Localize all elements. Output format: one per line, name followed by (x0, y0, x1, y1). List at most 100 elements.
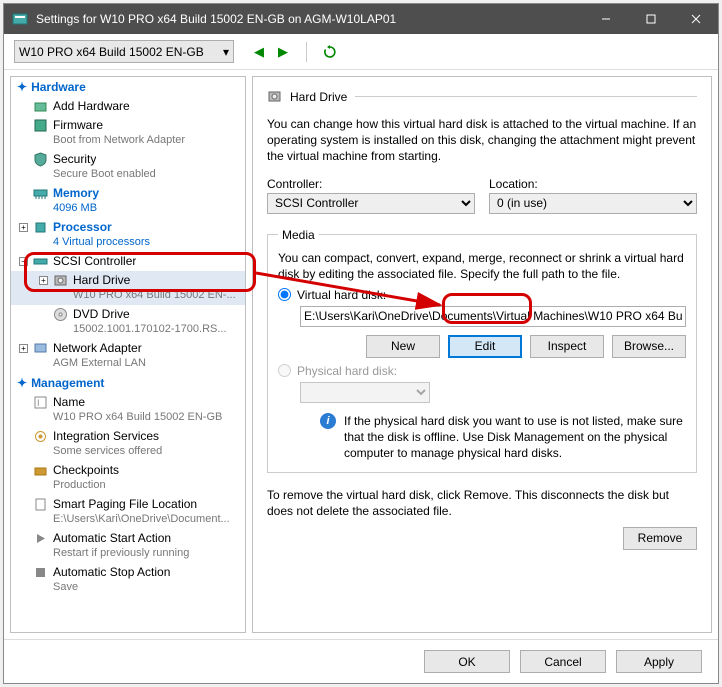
autostart-icon (33, 531, 48, 546)
settings-tree[interactable]: ✦ Hardware Add Hardware Firmware Boot fr… (10, 76, 246, 633)
pane-title: Hard Drive (290, 90, 347, 104)
star-icon: ✦ (17, 376, 27, 390)
dialog-footer: OK Cancel Apply (4, 639, 718, 683)
tree-name[interactable]: IName W10 PRO x64 Build 15002 EN-GB (11, 393, 245, 427)
expand-icon[interactable]: + (39, 276, 48, 285)
hard-drive-icon (267, 89, 282, 104)
close-button[interactable] (673, 4, 718, 34)
shield-icon (33, 152, 48, 167)
expand-icon[interactable]: + (19, 344, 28, 353)
svg-text:I: I (37, 398, 40, 408)
media-legend: Media (278, 228, 319, 242)
network-icon (33, 341, 48, 356)
settings-window: Settings for W10 PRO x64 Build 15002 EN-… (3, 3, 719, 684)
remove-description: To remove the virtual hard disk, click R… (267, 487, 697, 519)
management-section[interactable]: ✦ Management (11, 373, 245, 393)
vhd-path-input[interactable] (300, 306, 686, 327)
dvd-sublabel: 15002.1001.170102-1700.RS... (53, 322, 245, 337)
window-title: Settings for W10 PRO x64 Build 15002 EN-… (36, 12, 583, 26)
hard-drive-sublabel: W10 PRO x64 Build 15002 EN-... (53, 288, 245, 303)
cancel-button[interactable]: Cancel (520, 650, 606, 673)
location-label: Location: (489, 177, 697, 191)
location-select[interactable]: 0 (in use) (489, 193, 697, 214)
tree-memory[interactable]: Memory 4096 MB (11, 184, 245, 218)
firmware-icon (33, 118, 48, 133)
physical-radio (278, 364, 291, 377)
tree-auto-stop[interactable]: Automatic Stop Action Save (11, 563, 245, 597)
browse-button[interactable]: Browse... (612, 335, 686, 358)
vhd-radio[interactable] (278, 288, 291, 301)
remove-button[interactable]: Remove (623, 527, 697, 550)
titlebar: Settings for W10 PRO x64 Build 15002 EN-… (4, 4, 718, 34)
autostart-sublabel: Restart if previously running (33, 546, 245, 561)
physical-info-text: If the physical hard disk you want to us… (344, 413, 686, 462)
processor-sublabel: 4 Virtual processors (33, 235, 245, 250)
management-label: Management (31, 376, 104, 390)
hard-drive-icon (53, 273, 68, 288)
integration-sublabel: Some services offered (33, 444, 245, 459)
media-description: You can compact, convert, expand, merge,… (278, 250, 686, 282)
physical-radio-label: Physical hard disk: (297, 364, 397, 378)
network-sublabel: AGM External LAN (33, 356, 245, 371)
minimize-button[interactable] (583, 4, 628, 34)
name-icon: I (33, 395, 48, 410)
expand-icon[interactable]: + (19, 223, 28, 232)
maximize-button[interactable] (628, 4, 673, 34)
security-sublabel: Secure Boot enabled (33, 167, 245, 182)
name-sublabel: W10 PRO x64 Build 15002 EN-GB (33, 410, 245, 425)
tree-dvd-drive[interactable]: DVD Drive 15002.1001.170102-1700.RS... (11, 305, 245, 339)
app-icon (12, 11, 28, 27)
vm-selector-value: W10 PRO x64 Build 15002 EN-GB (19, 45, 204, 59)
controller-select[interactable]: SCSI Controller (267, 193, 475, 214)
integration-icon (33, 429, 48, 444)
toolbar-divider (306, 42, 307, 62)
add-hardware-icon (33, 99, 48, 114)
tree-network-adapter[interactable]: +Network Adapter AGM External LAN (11, 339, 245, 373)
hardware-section[interactable]: ✦ Hardware (11, 77, 245, 97)
processor-icon (33, 220, 48, 235)
tree-processor[interactable]: +Processor 4 Virtual processors (11, 218, 245, 252)
memory-icon (33, 186, 48, 201)
pane-description: You can change how this virtual hard dis… (267, 116, 697, 165)
toolbar: W10 PRO x64 Build 15002 EN-GB ▾ ◀ ▶ (4, 34, 718, 70)
tree-security[interactable]: Security Secure Boot enabled (11, 150, 245, 184)
physical-disk-select (300, 382, 430, 403)
refresh-button[interactable] (319, 41, 341, 63)
dvd-icon (53, 307, 68, 322)
tree-smart-paging[interactable]: Smart Paging File Location E:\Users\Kari… (11, 495, 245, 529)
tree-scsi-controller[interactable]: −SCSI Controller (11, 252, 245, 271)
title-divider (355, 96, 697, 97)
vhd-radio-label: Virtual hard disk: (297, 288, 386, 302)
hardware-label: Hardware (31, 80, 86, 94)
collapse-icon[interactable]: − (19, 257, 28, 266)
tree-checkpoints[interactable]: Checkpoints Production (11, 461, 245, 495)
apply-button[interactable]: Apply (616, 650, 702, 673)
scsi-icon (33, 254, 48, 269)
tree-add-hardware[interactable]: Add Hardware (11, 97, 245, 116)
paging-icon (33, 497, 48, 512)
new-button[interactable]: New (366, 335, 440, 358)
inspect-button[interactable]: Inspect (530, 335, 604, 358)
media-fieldset: Media You can compact, convert, expand, … (267, 228, 697, 473)
chevron-down-icon: ▾ (223, 45, 229, 59)
ok-button[interactable]: OK (424, 650, 510, 673)
controller-label: Controller: (267, 177, 475, 191)
tree-integration-services[interactable]: Integration Services Some services offer… (11, 427, 245, 461)
autostop-icon (33, 565, 48, 580)
nav-back-button[interactable]: ◀ (248, 41, 270, 63)
firmware-sublabel: Boot from Network Adapter (33, 133, 245, 148)
tree-auto-start[interactable]: Automatic Start Action Restart if previo… (11, 529, 245, 563)
autostop-sublabel: Save (33, 580, 245, 595)
vm-selector-dropdown[interactable]: W10 PRO x64 Build 15002 EN-GB ▾ (14, 40, 234, 63)
tree-firmware[interactable]: Firmware Boot from Network Adapter (11, 116, 245, 150)
memory-sublabel: 4096 MB (33, 201, 245, 216)
star-icon: ✦ (17, 80, 27, 94)
edit-button[interactable]: Edit (448, 335, 522, 358)
details-pane: Hard Drive You can change how this virtu… (252, 76, 712, 633)
checkpoints-icon (33, 463, 48, 478)
smart-paging-sublabel: E:\Users\Kari\OneDrive\Document... (33, 512, 245, 527)
info-icon: i (320, 413, 336, 429)
nav-forward-button[interactable]: ▶ (272, 41, 294, 63)
tree-hard-drive[interactable]: +Hard Drive W10 PRO x64 Build 15002 EN-.… (11, 271, 245, 305)
checkpoints-sublabel: Production (33, 478, 245, 493)
